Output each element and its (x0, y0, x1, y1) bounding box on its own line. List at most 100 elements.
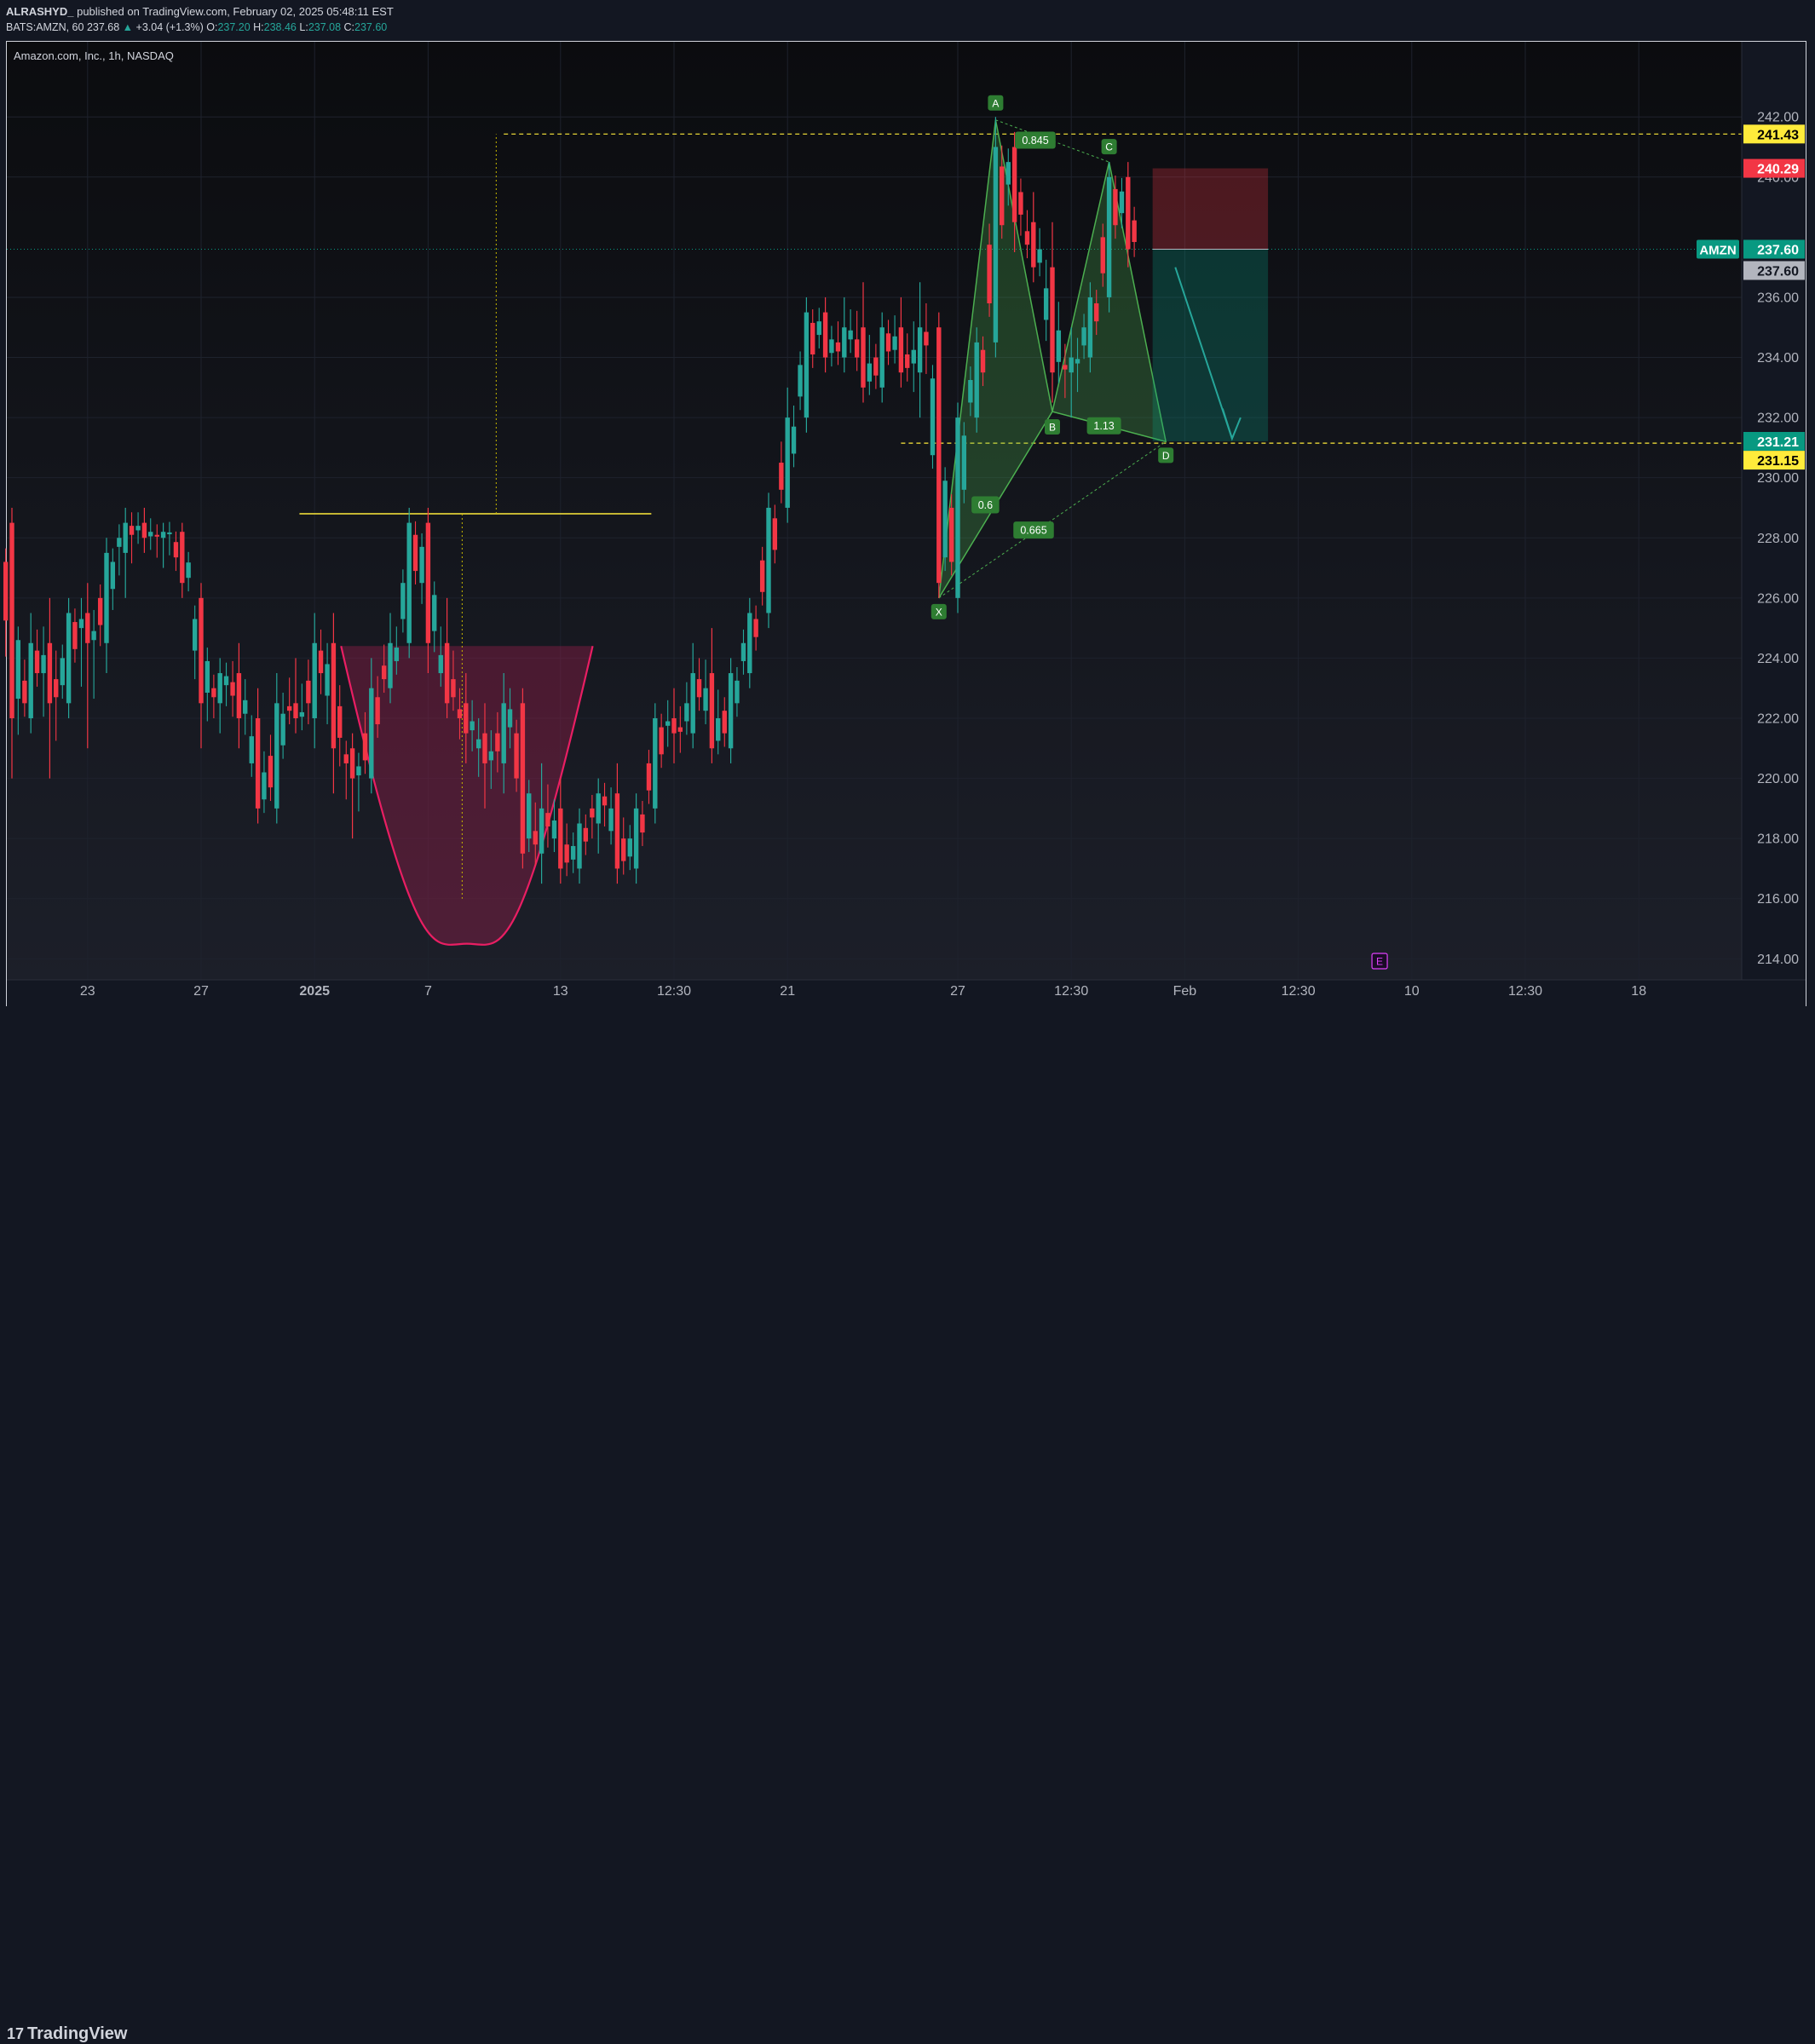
candle-body (362, 733, 368, 761)
candle-body (633, 808, 639, 869)
candle-body (968, 379, 973, 403)
candle-body (665, 721, 671, 726)
time-axis-tick-label: 27 (950, 984, 965, 999)
price-axis-tick-label: 224.00 (1757, 652, 1799, 666)
candle-body (684, 703, 689, 722)
candle-body (349, 748, 355, 779)
candle-body (343, 754, 349, 763)
candle-body (325, 664, 330, 696)
candle-body (1113, 188, 1118, 226)
candle-body (280, 713, 285, 746)
candle-body (236, 673, 242, 718)
candle-body (249, 736, 254, 763)
candle-body (690, 673, 695, 734)
candle-body (444, 642, 450, 704)
candle-body (85, 613, 90, 643)
candle-body (482, 733, 487, 763)
price-axis-label-text: 231.15 (1757, 454, 1799, 469)
candle-body (1018, 192, 1023, 215)
candle-body (942, 481, 948, 558)
candle-body (873, 357, 879, 376)
candle-body (34, 650, 40, 674)
candle-body (671, 717, 677, 734)
candle-body (406, 522, 412, 643)
candle-body (653, 717, 658, 809)
candle-body (842, 327, 847, 358)
price-axis-label-text: 237.60 (1757, 264, 1799, 279)
candle-body (91, 630, 96, 641)
candle-body (110, 561, 116, 590)
candle-body (621, 838, 626, 861)
symbol-badge-label: AMZN (1699, 243, 1736, 257)
candle-body (1094, 303, 1099, 322)
candle-body (475, 739, 481, 749)
candle-body (432, 595, 437, 631)
candle-body (135, 526, 141, 531)
candle-body (97, 597, 103, 625)
candle-body (735, 680, 740, 704)
candle-body (936, 327, 942, 584)
tradingview-logo[interactable]: 17 TradingView (7, 2024, 127, 2044)
candle-body (861, 327, 866, 388)
candle-body (337, 705, 343, 738)
candle-body (217, 673, 222, 704)
candle-body (930, 378, 936, 456)
time-axis-tick-label: 12:30 (1282, 984, 1316, 999)
chart-footer: 17 TradingView (0, 1008, 1815, 2043)
pattern-point-label: B (1049, 422, 1056, 434)
candle-body (879, 327, 884, 388)
candle-body (810, 322, 815, 354)
candle-body (539, 808, 544, 854)
candle-body (558, 808, 563, 869)
candle-body (608, 808, 614, 832)
candle-body (419, 546, 424, 584)
candle-body (640, 814, 645, 833)
candle-body (590, 808, 595, 818)
candle-body (1011, 147, 1017, 222)
candle-body (104, 552, 109, 643)
candle-body (987, 245, 992, 304)
candle-body (596, 793, 601, 824)
candle-body (400, 583, 406, 619)
candle-body (495, 733, 500, 751)
price-axis-label-text: 237.60 (1757, 243, 1799, 257)
candle-body (66, 613, 72, 704)
candle-body (15, 640, 21, 700)
candle-body (331, 642, 337, 749)
price-axis-label-text: 240.29 (1757, 163, 1799, 177)
candle-body (1063, 365, 1068, 370)
time-axis-tick-label: 10 (1404, 984, 1420, 999)
candle-body (205, 660, 210, 693)
candle-body (47, 642, 53, 704)
candle-body (180, 532, 185, 584)
candle-body (716, 717, 721, 741)
candle-body (829, 339, 834, 354)
time-axis-tick-label: 12:30 (1508, 984, 1542, 999)
price-chart[interactable]: X A B C D 0.845 0.6 0.665 1.13 E Amazon.com, Inc.,… (0, 0, 1815, 1043)
tradingview-logo-icon: 17 (7, 2025, 25, 2042)
candle-body (822, 312, 828, 358)
candle-body (646, 763, 652, 791)
time-axis-tick-label: 7 (424, 984, 432, 999)
candle-body (955, 417, 960, 598)
candle-body (464, 703, 469, 734)
candle-body (3, 561, 9, 621)
price-axis-tick-label: 220.00 (1757, 772, 1799, 786)
candle-body (274, 703, 279, 809)
candle-body (28, 642, 33, 718)
plot-background (7, 42, 1742, 980)
candle-body (854, 339, 860, 358)
candle-body (60, 658, 65, 686)
candle-body (577, 823, 582, 869)
candle-body (438, 654, 443, 674)
price-axis-label-text: 231.21 (1757, 435, 1799, 450)
candle-body (507, 709, 513, 728)
candle-body (262, 772, 267, 800)
price-axis-tick-label: 236.00 (1757, 291, 1799, 305)
candle-body (160, 532, 166, 538)
price-axis-label-text: 241.43 (1757, 128, 1799, 142)
candle-body (243, 700, 248, 714)
candle-body (1106, 176, 1112, 297)
candle-body (722, 711, 727, 734)
candle-body (1069, 357, 1074, 373)
